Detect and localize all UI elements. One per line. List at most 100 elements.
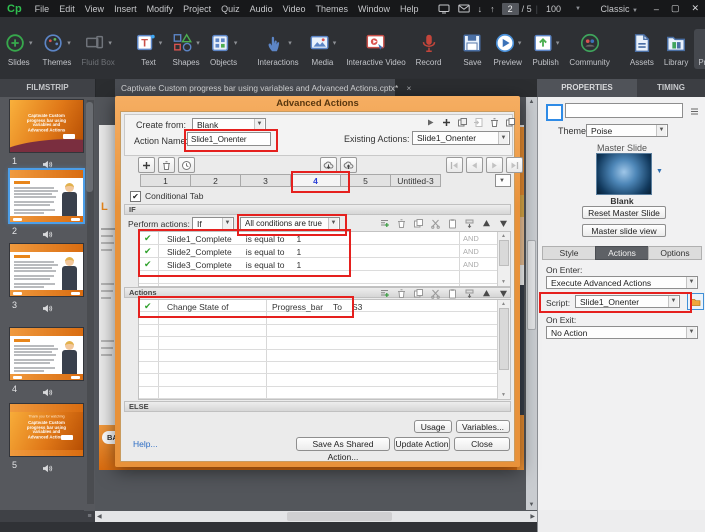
- decision-tab-untitled-3[interactable]: Untitled-3: [390, 174, 441, 187]
- dialog-title[interactable]: Advanced Actions: [115, 96, 520, 111]
- toolbar-shapes-button[interactable]: ▾Shapes: [168, 29, 204, 69]
- usage-timer-icon[interactable]: [178, 157, 195, 173]
- slide-properties-icon[interactable]: [546, 104, 563, 121]
- paste-row-icon[interactable]: [446, 217, 459, 230]
- toolbar-assets-button[interactable]: Assets: [626, 29, 658, 69]
- condition-row[interactable]: ✔Slide3_Completeis equal to1AND: [139, 258, 510, 271]
- conditions-scrollbar[interactable]: ▲ ▼: [497, 232, 510, 286]
- toolbar-text-button[interactable]: T▾Text: [131, 29, 167, 69]
- tab-actions[interactable]: Actions: [595, 246, 649, 260]
- condition-row-empty[interactable]: [139, 271, 510, 284]
- action-row-empty[interactable]: [139, 325, 510, 337]
- scroll-right-icon[interactable]: ▶: [530, 513, 535, 520]
- slide-audio-icon[interactable]: [42, 384, 53, 402]
- filmstrip-corner-box[interactable]: ≡: [84, 511, 95, 522]
- menu-view[interactable]: View: [80, 4, 109, 14]
- canvas-vertical-scrollbar[interactable]: ▲ ▼: [526, 97, 537, 510]
- existing-actions-dropdown[interactable]: Slide1_Onenter▼: [412, 131, 510, 145]
- menu-window[interactable]: Window: [353, 4, 395, 14]
- master-slide-view-button[interactable]: Master slide view: [582, 224, 666, 237]
- cut-row-icon[interactable]: [429, 217, 442, 230]
- last-action-icon[interactable]: [506, 157, 523, 173]
- filmstrip-slide-3[interactable]: [10, 244, 83, 296]
- toolbar-library-button[interactable]: Library: [660, 29, 692, 69]
- decision-tab-5[interactable]: 5: [340, 174, 391, 187]
- action-row-empty[interactable]: [139, 362, 510, 374]
- toolbar-interactions-button[interactable]: ▾Interactions: [253, 29, 302, 69]
- slide-audio-icon[interactable]: [42, 460, 53, 478]
- menu-file[interactable]: File: [30, 4, 55, 14]
- menu-audio[interactable]: Audio: [245, 4, 278, 14]
- decision-tab-4[interactable]: 4: [290, 174, 341, 187]
- preview-action-icon[interactable]: [424, 116, 437, 129]
- decision-tab-3[interactable]: 3: [240, 174, 291, 187]
- toolbar-interactive-video-button[interactable]: Interactive Video: [342, 29, 409, 69]
- delete-action-icon[interactable]: [158, 157, 175, 173]
- create-from-dropdown[interactable]: Blank▼: [192, 118, 266, 131]
- next-slide-icon[interactable]: ↑: [490, 4, 495, 14]
- action-row-empty[interactable]: [139, 374, 510, 386]
- tab-options[interactable]: Options: [648, 246, 702, 260]
- delete-row-icon[interactable]: [395, 217, 408, 230]
- vertical-scroll-thumb[interactable]: [527, 240, 536, 330]
- first-action-icon[interactable]: [446, 157, 463, 173]
- variables-button[interactable]: Variables...: [456, 420, 510, 433]
- toolbar-preview-button[interactable]: ▾Preview: [489, 29, 525, 69]
- filmstrip-slide-5[interactable]: Thank you for watchingCaptivate Custom p…: [10, 404, 83, 456]
- action-row-empty[interactable]: [139, 387, 510, 399]
- add-action-icon[interactable]: [138, 157, 155, 173]
- move-down-icon[interactable]: [497, 217, 510, 230]
- scroll-up-icon[interactable]: ▲: [526, 99, 537, 105]
- menu-project[interactable]: Project: [178, 4, 216, 14]
- tab-properties[interactable]: PROPERTIES: [537, 79, 638, 97]
- previous-action-icon[interactable]: [466, 157, 483, 173]
- on-enter-dropdown[interactable]: Execute Advanced Actions▼: [546, 276, 698, 289]
- filmstrip-slide-4[interactable]: [10, 328, 83, 380]
- decision-tab-overflow-dropdown[interactable]: ▼: [495, 174, 511, 187]
- panel-menu-icon[interactable]: [689, 104, 700, 122]
- action-row-empty[interactable]: [139, 337, 510, 349]
- condition-row[interactable]: ✔Slide2_Completeis equal to1AND: [139, 245, 510, 258]
- menu-insert[interactable]: Insert: [109, 4, 142, 14]
- insert-below-icon[interactable]: [463, 217, 476, 230]
- menu-edit[interactable]: Edit: [54, 4, 80, 14]
- save-as-shared-action-button[interactable]: Save As Shared Action...: [296, 437, 390, 451]
- horizontal-scroll-thumb[interactable]: [287, 512, 392, 521]
- action-row-empty[interactable]: [139, 350, 510, 362]
- conditional-tab-checkbox[interactable]: ✔: [130, 191, 141, 202]
- close-button[interactable]: ✕: [685, 3, 705, 14]
- perform-actions-dropdown[interactable]: If▼: [192, 217, 234, 230]
- else-section-bar[interactable]: ELSE: [124, 401, 511, 412]
- copy-row-icon[interactable]: [412, 217, 425, 230]
- filmstrip-scrollbar[interactable]: [87, 100, 94, 504]
- toolbar-objects-button[interactable]: ▾Objects: [206, 29, 242, 69]
- tab-timing[interactable]: TIMING: [637, 79, 705, 97]
- mail-icon[interactable]: [458, 4, 470, 13]
- action-row-empty[interactable]: [139, 312, 510, 324]
- import-shared-action-icon[interactable]: [320, 157, 337, 173]
- action-name-input[interactable]: [187, 132, 271, 146]
- menu-video[interactable]: Video: [278, 4, 311, 14]
- current-slide-field[interactable]: 2: [502, 3, 519, 15]
- scroll-down-icon[interactable]: ▼: [526, 502, 537, 508]
- close-dialog-button[interactable]: Close: [454, 437, 510, 451]
- master-slide-caret-icon[interactable]: ▼: [656, 168, 663, 175]
- master-slide-thumbnail[interactable]: [596, 153, 652, 195]
- minimize-button[interactable]: –: [648, 4, 665, 14]
- decision-tab-1[interactable]: 1: [140, 174, 191, 187]
- menu-quiz[interactable]: Quiz: [216, 4, 245, 14]
- toolbar-record-button[interactable]: Record: [412, 29, 446, 69]
- actions-scrollbar[interactable]: ▲ ▼: [497, 300, 510, 399]
- duplicate-action-icon[interactable]: [456, 116, 469, 129]
- tab-style[interactable]: Style: [542, 246, 596, 260]
- slide-name-field[interactable]: [565, 103, 683, 118]
- toolbar-slides-button[interactable]: ▾Slides: [1, 29, 37, 69]
- menu-modify[interactable]: Modify: [142, 4, 179, 14]
- mobile-preview-icon[interactable]: [438, 4, 450, 14]
- move-up-icon[interactable]: [480, 217, 493, 230]
- toolbar-publish-button[interactable]: ▾Publish: [528, 29, 564, 69]
- action-row[interactable]: ✔Change State ofProgress_barToS3: [139, 300, 510, 312]
- toolbar-community-button[interactable]: Community: [565, 29, 613, 69]
- toolbar-properties-button[interactable]: Properties: [694, 29, 705, 69]
- document-tab[interactable]: Captivate Custom progress bar using vari…: [115, 79, 395, 97]
